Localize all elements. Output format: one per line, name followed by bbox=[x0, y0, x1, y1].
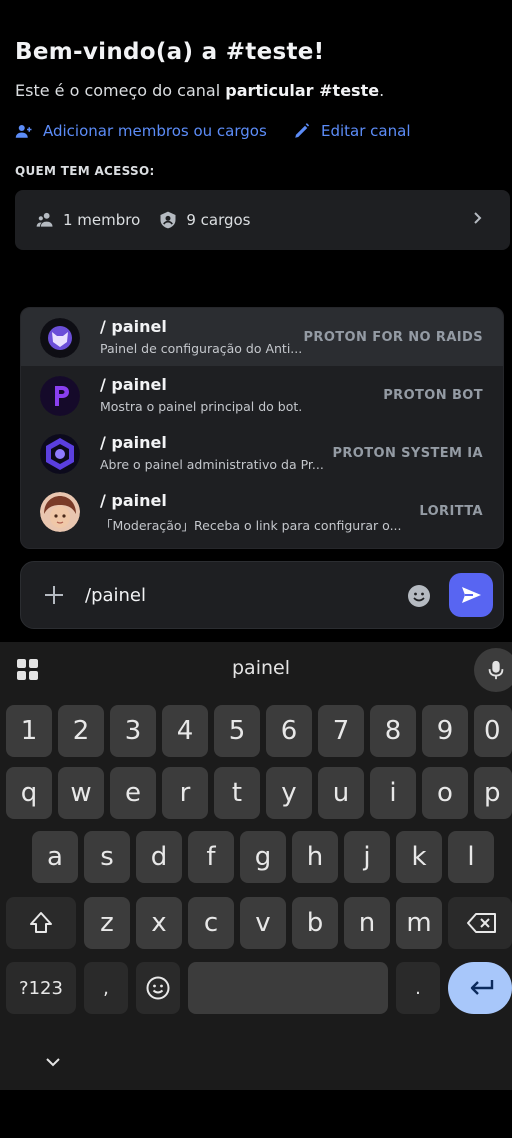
key-c[interactable]: c bbox=[188, 897, 234, 949]
key-j[interactable]: j bbox=[344, 831, 390, 883]
suggestion-item[interactable]: / painel Abre o painel administrativo da… bbox=[21, 424, 503, 482]
key-5[interactable]: 5 bbox=[214, 705, 260, 757]
key-d[interactable]: d bbox=[136, 831, 182, 883]
key-u[interactable]: u bbox=[318, 767, 364, 819]
enter-icon bbox=[470, 980, 494, 995]
microphone-icon bbox=[488, 660, 504, 680]
bot-avatar bbox=[40, 376, 80, 416]
key-t[interactable]: t bbox=[214, 767, 260, 819]
command-name: / painel bbox=[100, 491, 167, 510]
key-r[interactable]: r bbox=[162, 767, 208, 819]
key-m[interactable]: m bbox=[396, 897, 442, 949]
key-l[interactable]: l bbox=[448, 831, 494, 883]
key-p[interactable]: p bbox=[474, 767, 512, 819]
command-description: 「Moderação」Receba o link para configurar… bbox=[100, 518, 402, 533]
key-2[interactable]: 2 bbox=[58, 705, 104, 757]
key-0[interactable]: 0 bbox=[474, 705, 512, 757]
add-members-label: Adicionar membros ou cargos bbox=[43, 122, 267, 140]
send-icon bbox=[462, 587, 481, 603]
key-g[interactable]: g bbox=[240, 831, 286, 883]
command-description: Mostra o painel principal do bot. bbox=[100, 399, 303, 414]
shift-icon bbox=[30, 912, 52, 933]
chevron-right-icon bbox=[474, 212, 482, 224]
access-section-label: QUEM TEM ACESSO: bbox=[15, 164, 155, 178]
members-icon bbox=[36, 212, 53, 227]
emoji-icon[interactable] bbox=[407, 584, 431, 608]
microphone-button[interactable] bbox=[474, 648, 512, 692]
edit-channel-button[interactable]: Editar canal bbox=[293, 122, 410, 140]
keyboard-word-suggestion[interactable]: painel bbox=[0, 657, 512, 679]
members-count: 1 membro bbox=[35, 210, 140, 230]
message-composer bbox=[20, 561, 504, 629]
system-navigation-bar bbox=[0, 1090, 512, 1138]
command-name: / painel bbox=[100, 375, 167, 394]
key-7[interactable]: 7 bbox=[318, 705, 364, 757]
key-s[interactable]: s bbox=[84, 831, 130, 883]
channel-welcome-description: Este é o começo do canal particular #tes… bbox=[15, 81, 385, 100]
period-key[interactable]: . bbox=[396, 962, 440, 1014]
emoji-icon bbox=[146, 976, 170, 1000]
command-description: Abre o painel administrativo da Pr... bbox=[100, 457, 324, 472]
emoji-key[interactable] bbox=[136, 962, 180, 1014]
key-v[interactable]: v bbox=[240, 897, 286, 949]
backspace-key[interactable] bbox=[448, 897, 512, 949]
key-x[interactable]: x bbox=[136, 897, 182, 949]
shift-key[interactable] bbox=[6, 897, 76, 949]
key-e[interactable]: e bbox=[110, 767, 156, 819]
key-9[interactable]: 9 bbox=[422, 705, 468, 757]
key-k[interactable]: k bbox=[396, 831, 442, 883]
role-shield-icon bbox=[160, 211, 176, 229]
command-description: Painel de configuração do Anti... bbox=[100, 341, 303, 356]
key-q[interactable]: q bbox=[6, 767, 52, 819]
key-w[interactable]: w bbox=[58, 767, 104, 819]
suggestion-item[interactable]: / painel 「Moderação」Receba o link para c… bbox=[21, 482, 503, 540]
symbols-key[interactable]: ?123 bbox=[6, 962, 76, 1014]
bot-name: PROTON BOT bbox=[383, 388, 483, 403]
send-button[interactable] bbox=[449, 573, 493, 617]
key-h[interactable]: h bbox=[292, 831, 338, 883]
key-4[interactable]: 4 bbox=[162, 705, 208, 757]
bot-avatar bbox=[40, 318, 80, 358]
command-name: / painel bbox=[100, 433, 167, 452]
key-i[interactable]: i bbox=[370, 767, 416, 819]
edit-channel-label: Editar canal bbox=[321, 122, 411, 140]
key-f[interactable]: f bbox=[188, 831, 234, 883]
backspace-icon bbox=[467, 913, 496, 933]
bot-name: LORITTA bbox=[419, 504, 483, 519]
command-suggestions-panel: / painel Painel de configuração do Anti.… bbox=[20, 307, 504, 549]
space-key[interactable] bbox=[188, 962, 388, 1014]
bot-name: PROTON SYSTEM IA bbox=[332, 446, 483, 461]
enter-key[interactable] bbox=[448, 962, 512, 1014]
key-n[interactable]: n bbox=[344, 897, 390, 949]
key-y[interactable]: y bbox=[266, 767, 312, 819]
bot-avatar bbox=[40, 492, 80, 532]
channel-welcome-title: Bem-vindo(a) a #teste! bbox=[15, 39, 325, 64]
access-summary-card[interactable]: 1 membro 9 cargos bbox=[15, 190, 510, 250]
key-a[interactable]: a bbox=[32, 831, 78, 883]
key-b[interactable]: b bbox=[292, 897, 338, 949]
roles-count: 9 cargos bbox=[158, 210, 250, 230]
suggestion-item[interactable]: / painel Painel de configuração do Anti.… bbox=[21, 308, 503, 366]
command-name: / painel bbox=[100, 317, 167, 336]
bot-avatar bbox=[40, 434, 80, 474]
plus-icon[interactable] bbox=[43, 584, 65, 606]
add-members-button[interactable]: Adicionar membros ou cargos bbox=[15, 122, 267, 140]
add-user-icon bbox=[15, 125, 32, 138]
key-o[interactable]: o bbox=[422, 767, 468, 819]
suggestion-item[interactable]: / painel Mostra o painel principal do bo… bbox=[21, 366, 503, 424]
pencil-icon bbox=[295, 123, 310, 138]
key-1[interactable]: 1 bbox=[6, 705, 52, 757]
bot-name: PROTON FOR NO RAIDS bbox=[303, 330, 483, 345]
keyboard-hide-chevron-icon[interactable] bbox=[44, 1053, 62, 1071]
key-6[interactable]: 6 bbox=[266, 705, 312, 757]
message-input[interactable] bbox=[85, 585, 385, 606]
key-z[interactable]: z bbox=[84, 897, 130, 949]
comma-key[interactable]: , bbox=[84, 962, 128, 1014]
key-3[interactable]: 3 bbox=[110, 705, 156, 757]
key-8[interactable]: 8 bbox=[370, 705, 416, 757]
